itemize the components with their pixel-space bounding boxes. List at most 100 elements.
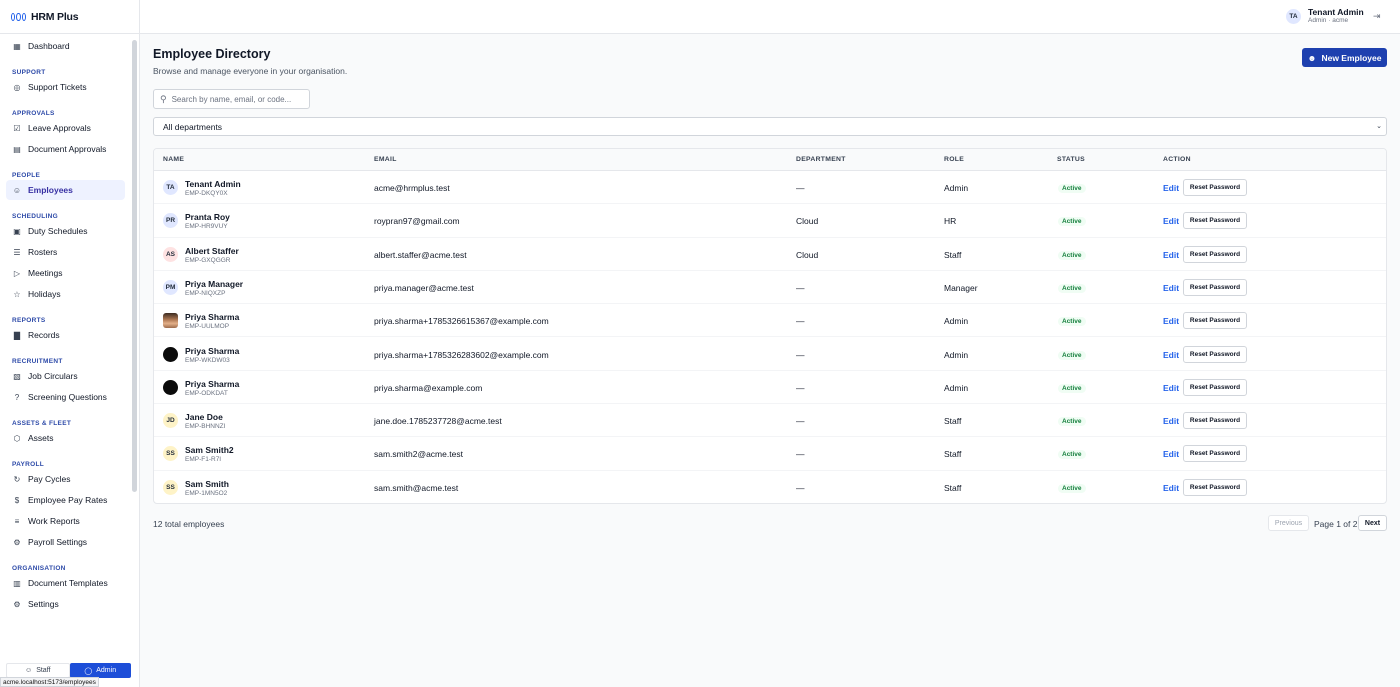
sidebar-item-settings[interactable]: ⚙ Settings — [6, 594, 125, 614]
user-name: Tenant Admin — [1308, 7, 1364, 17]
employee-code: EMP-BHNNZI — [185, 423, 226, 431]
status-badge: Active — [1058, 283, 1086, 293]
user-avatar[interactable]: TA — [1286, 9, 1301, 24]
sidebar-scrollbar[interactable] — [132, 40, 137, 492]
edit-link[interactable]: Edit — [1163, 449, 1179, 459]
header-email: EMAIL — [374, 156, 397, 163]
edit-link[interactable]: Edit — [1163, 250, 1179, 260]
employee-name: Pranta Roy — [185, 212, 230, 223]
search-field[interactable]: ⚲ — [153, 89, 310, 109]
sidebar-item-screening-questions[interactable]: ? Screening Questions — [6, 387, 125, 407]
sidebar-item-document-approvals[interactable]: ▤ Document Approvals — [6, 139, 125, 159]
reset-password-button[interactable]: Reset Password — [1183, 445, 1247, 463]
employee-code: EMP-F1-R7I — [185, 456, 222, 464]
employee-name: Priya Sharma — [185, 312, 240, 323]
sidebar-item-document-templates[interactable]: ▥ Document Templates — [6, 573, 125, 593]
sidebar-item-rosters[interactable]: ☰ Rosters — [6, 242, 125, 262]
sidebar-item-employees[interactable]: ☺ Employees — [6, 180, 125, 200]
employee-email: roypran97@gmail.com — [374, 216, 460, 227]
employee-name: Priya Sharma — [185, 378, 240, 389]
employee-code: EMP-ODKDAT — [185, 389, 228, 397]
total-count: 12 total employees — [153, 519, 225, 529]
sidebar-item-label: Job Circulars — [28, 371, 78, 381]
avatar: SS — [163, 479, 178, 495]
employee-role: HR — [944, 216, 957, 227]
grid-icon: ▦ — [13, 41, 21, 51]
previous-button[interactable]: Previous — [1268, 515, 1309, 531]
reset-password-button[interactable]: Reset Password — [1183, 478, 1247, 496]
department-select[interactable]: All departments ⌄ — [153, 117, 1387, 136]
sidebar-section-title: PAYROLL — [12, 461, 45, 468]
status-badge: Active — [1058, 450, 1086, 460]
sidebar-item-employee-pay-rates[interactable]: $ Employee Pay Rates — [6, 490, 125, 510]
search-icon: ⚲ — [160, 93, 167, 104]
edit-link[interactable]: Edit — [1163, 350, 1179, 360]
role-staff-label: Staff — [36, 667, 51, 674]
edit-link[interactable]: Edit — [1163, 383, 1179, 393]
edit-link[interactable]: Edit — [1163, 316, 1179, 326]
page-indicator: Page 1 of 2 — [1314, 519, 1358, 529]
reset-password-button[interactable]: Reset Password — [1183, 179, 1247, 196]
reset-password-button[interactable]: Reset Password — [1183, 312, 1247, 330]
sidebar-item-meetings[interactable]: ▷ Meetings — [6, 263, 125, 283]
employee-code: EMP-NIQXZP — [185, 289, 226, 297]
table-row: TA Tenant Admin EMP-DKQY0X acme@hrmplus.tes… — [154, 171, 1386, 205]
sidebar-item-holidays[interactable]: ☆ Holidays — [6, 284, 125, 304]
sidebar-item-label: Document Templates — [28, 578, 108, 588]
shield-icon: ◯ — [84, 667, 93, 675]
sidebar-item-label: Rosters — [28, 247, 58, 257]
sidebar-item-pay-cycles[interactable]: ↻ Pay Cycles — [6, 469, 125, 489]
sidebar-item-leave-approvals[interactable]: ☑ Leave Approvals — [6, 118, 125, 138]
sidebar-nav: ▦ Dashboard SUPPORT ◎ Support Tickets APPROVA… — [0, 35, 131, 645]
edit-link[interactable]: Edit — [1163, 183, 1179, 193]
sidebar-section-title: REPORTS — [12, 317, 46, 324]
employee-email: sam.smith2@acme.test — [374, 449, 463, 460]
employee-department: — — [796, 382, 805, 393]
sidebar-item-dashboard[interactable]: ▦ Dashboard — [6, 36, 125, 56]
employee-name: Sam Smith — [185, 478, 229, 489]
employee-role: Staff — [944, 416, 962, 427]
sidebar-item-payroll-settings[interactable]: ⚙ Payroll Settings — [6, 532, 125, 552]
reset-password-button[interactable]: Reset Password — [1183, 212, 1247, 230]
file-template-icon: ▥ — [13, 578, 21, 588]
reset-password-button[interactable]: Reset Password — [1183, 378, 1247, 396]
brand[interactable]: HRM Plus — [0, 0, 139, 34]
edit-link[interactable]: Edit — [1163, 483, 1179, 493]
role-staff-button[interactable]: ☺ Staff — [6, 663, 70, 678]
table-row: JD Jane Doe EMP-BHNNZI jane.doe.1785237728@… — [154, 404, 1386, 438]
sidebar-item-label: Pay Cycles — [28, 474, 71, 484]
sidebar-item-label: Employee Pay Rates — [28, 495, 108, 505]
sidebar-item-records[interactable]: ▇ Records — [6, 325, 125, 345]
status-badge: Active — [1058, 383, 1086, 393]
edit-link[interactable]: Edit — [1163, 416, 1179, 426]
next-button[interactable]: Next — [1358, 515, 1387, 531]
sidebar-item-duty-schedules[interactable]: ▣ Duty Schedules — [6, 221, 125, 241]
logout-icon[interactable]: ⇥ — [1373, 11, 1381, 22]
sidebar-item-job-circulars[interactable]: ▧ Job Circulars — [6, 366, 125, 386]
table-row: Priya Sharma EMP-ODKDAT priya.sharma@examp… — [154, 371, 1386, 405]
sidebar-item-label: Holidays — [28, 289, 61, 299]
employee-department: — — [796, 183, 805, 193]
employee-department: — — [796, 416, 805, 427]
role-admin-button[interactable]: ◯ Admin — [69, 663, 131, 678]
employee-department: Cloud — [796, 216, 819, 227]
reset-password-button[interactable]: Reset Password — [1183, 245, 1247, 263]
reset-password-button[interactable]: Reset Password — [1183, 345, 1247, 363]
employee-email: jane.doe.1785237728@acme.test — [374, 416, 502, 427]
employee-department: Cloud — [796, 249, 819, 260]
edit-link[interactable]: Edit — [1163, 216, 1179, 226]
reset-password-button[interactable]: Reset Password — [1183, 412, 1247, 430]
sidebar-item-support-tickets[interactable]: ◎ Support Tickets — [6, 77, 125, 97]
table-row: Priya Sharma EMP-UULMOP priya.sharma+17853… — [154, 304, 1386, 338]
sidebar-item-work-reports[interactable]: ≡ Work Reports — [6, 511, 125, 531]
sidebar-section-title: PEOPLE — [12, 172, 41, 179]
new-employee-button[interactable]: ☻ New Employee — [1302, 48, 1387, 67]
edit-link[interactable]: Edit — [1163, 283, 1179, 293]
employee-code: EMP-UULMOP — [185, 323, 230, 331]
header-action: ACTION — [1163, 156, 1191, 163]
search-input[interactable] — [171, 94, 297, 104]
status-badge: Active — [1058, 217, 1086, 227]
sidebar-item-assets[interactable]: ⬡ Assets — [6, 428, 125, 448]
sidebar-item-label: Leave Approvals — [28, 123, 91, 133]
reset-password-button[interactable]: Reset Password — [1183, 278, 1247, 296]
